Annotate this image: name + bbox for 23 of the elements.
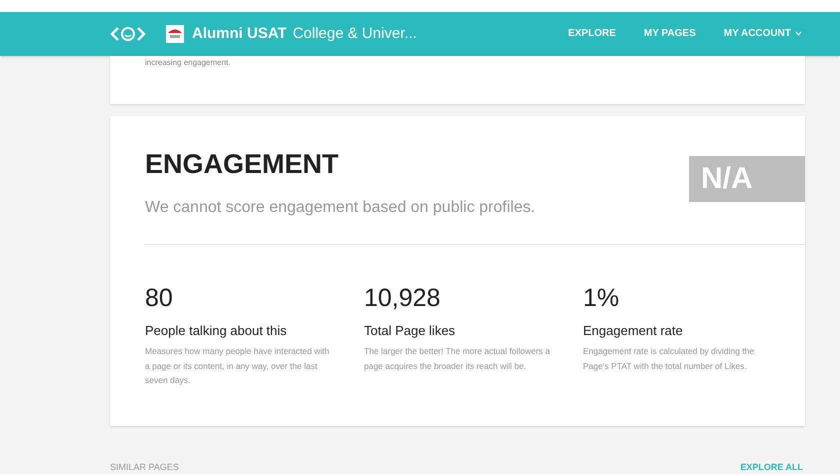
stat-description: Measures how many people have interacted with a page or its content, in any way, over the last seven days. (145, 345, 330, 388)
stat-description: The larger the better! The more actual followers a page acquires the broader its reach will be. (364, 345, 551, 373)
card-text: increasing engagement. (145, 56, 232, 69)
nav-link[interactable]: MY ACCOUNT (724, 26, 802, 42)
score-badge: N/A (689, 156, 805, 202)
page-avatar-icon (166, 24, 184, 43)
nav-link[interactable]: EXPLORE (568, 26, 616, 42)
stat-description: Engagement rate is calculated by dividing the Page's PTAT with the total number of Likes. (583, 345, 756, 373)
caret-icon (795, 31, 802, 36)
section-title: ENGAGEMENT (145, 148, 340, 181)
stat-value: 10,928 (364, 282, 442, 313)
page-title: Alumni USAT (192, 24, 287, 44)
stat-label: People talking about this (145, 322, 288, 340)
nav-link[interactable]: MY PAGES (644, 26, 696, 42)
stat-value: 1% (583, 282, 620, 313)
stat-label: Engagement rate (583, 322, 684, 340)
section-heading: SIMILAR PAGES (110, 460, 179, 474)
stat-value: 80 (145, 282, 174, 313)
stat-label: Total Page likes (364, 322, 456, 340)
explore-all-link[interactable]: EXPLORE ALL (740, 460, 803, 474)
page-category: College & Univer... (292, 24, 417, 44)
section-subtitle: We cannot score engagement based on public profiles. (145, 198, 536, 218)
logo-icon[interactable] (110, 26, 146, 42)
